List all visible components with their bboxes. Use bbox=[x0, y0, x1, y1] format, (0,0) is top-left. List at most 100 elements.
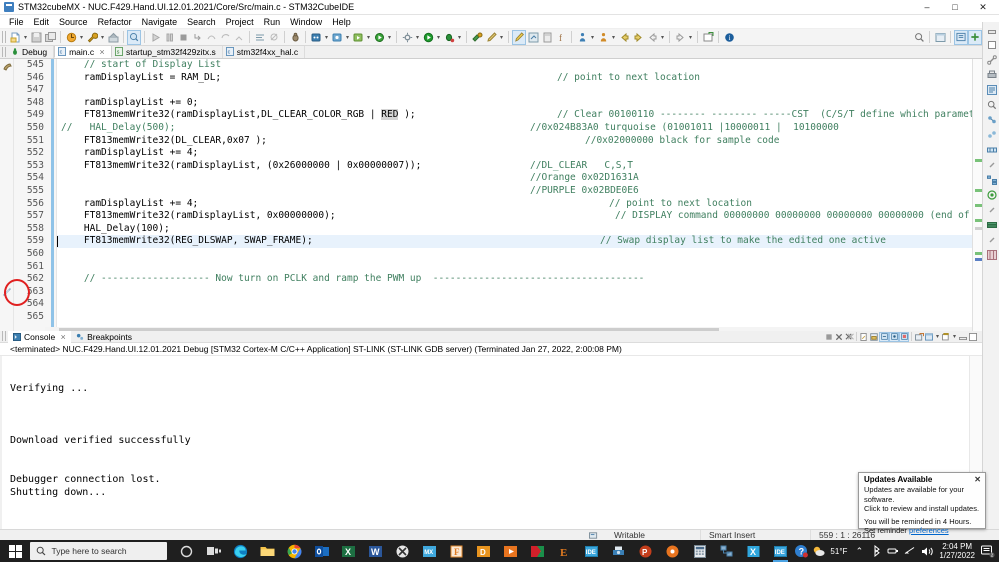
code-line[interactable]: ramDisplayList = RAM_DL; // point to next… bbox=[57, 72, 972, 85]
debug-dropdown-icon[interactable]: ▾ bbox=[456, 30, 463, 45]
new-file-dropdown-icon[interactable]: ▾ bbox=[22, 30, 29, 45]
x-icon[interactable]: X bbox=[740, 540, 767, 562]
console-grip[interactable] bbox=[2, 331, 6, 341]
powerpoint-icon[interactable]: P bbox=[632, 540, 659, 562]
clear-console-icon[interactable] bbox=[859, 332, 869, 342]
person-dropdown-icon[interactable]: ▾ bbox=[589, 30, 596, 45]
ide-active-icon[interactable]: IDE bbox=[767, 540, 794, 562]
code-line[interactable] bbox=[57, 84, 972, 97]
link3-icon[interactable] bbox=[983, 202, 999, 217]
menu-item-file[interactable]: File bbox=[4, 15, 29, 29]
show-console-on-output-icon[interactable] bbox=[879, 331, 889, 342]
memory-icon[interactable] bbox=[983, 217, 999, 232]
weather-temperature[interactable]: 51°F bbox=[830, 547, 847, 556]
updates-available-popup[interactable]: Updates Available ✕ Updates are availabl… bbox=[858, 472, 986, 535]
run-last-dropdown-icon[interactable]: ▾ bbox=[365, 30, 372, 45]
maximize-view-icon[interactable] bbox=[983, 37, 999, 52]
run-button-icon[interactable] bbox=[421, 30, 435, 45]
build-dropdown-icon[interactable]: ▾ bbox=[78, 30, 85, 45]
menu-item-search[interactable]: Search bbox=[182, 15, 221, 29]
new-console-icon[interactable] bbox=[941, 332, 951, 342]
forward-arrow-yellow-icon[interactable] bbox=[631, 30, 645, 45]
resume-icon[interactable] bbox=[148, 30, 162, 45]
settings-dropdown-icon[interactable]: ▾ bbox=[414, 30, 421, 45]
code-line[interactable]: FT813memWrite32(ramDisplayList,DL_CLEAR_… bbox=[57, 109, 972, 122]
marker-pen-icon[interactable] bbox=[512, 29, 526, 45]
target-icon[interactable] bbox=[983, 187, 999, 202]
open-console-dropdown-icon[interactable]: ▾ bbox=[934, 332, 941, 342]
debug-bug-green-icon[interactable] bbox=[442, 30, 456, 45]
outlook-icon[interactable] bbox=[308, 540, 335, 562]
outline-icon[interactable] bbox=[983, 82, 999, 97]
word-icon[interactable]: W bbox=[362, 540, 389, 562]
wrench-icon[interactable] bbox=[85, 30, 99, 45]
expressions-icon[interactable] bbox=[983, 127, 999, 142]
editor-tab-hal-c[interactable]: c stm32f4xx_hal.c bbox=[222, 45, 306, 58]
run-last-icon[interactable] bbox=[351, 30, 365, 45]
code-line[interactable]: FT813memWrite32(REG_DLSWAP, SWAP_FRAME);… bbox=[57, 235, 972, 248]
link4-icon[interactable] bbox=[983, 232, 999, 247]
edge-icon[interactable] bbox=[227, 540, 254, 562]
code-line[interactable]: FT813memWrite32(DL_CLEAR,0x07 ); //0x0200… bbox=[57, 135, 972, 148]
debug-launch-dropdown-icon[interactable]: ▾ bbox=[323, 30, 330, 45]
f-icon[interactable]: F bbox=[443, 540, 470, 562]
new-console-dropdown-icon[interactable]: ▾ bbox=[951, 332, 958, 342]
minimize-button[interactable]: – bbox=[913, 0, 941, 15]
tabbar-grip[interactable] bbox=[2, 47, 6, 57]
cortana-icon[interactable] bbox=[173, 540, 200, 562]
build-icon[interactable] bbox=[64, 30, 78, 45]
network-icon[interactable] bbox=[713, 540, 740, 562]
minimize-console-icon[interactable] bbox=[958, 332, 968, 342]
person-blue-icon[interactable] bbox=[575, 30, 589, 45]
suspend-icon[interactable] bbox=[162, 30, 176, 45]
open-console-icon[interactable] bbox=[924, 332, 934, 342]
menu-item-window[interactable]: Window bbox=[285, 15, 327, 29]
notification-icon[interactable]: 2 bbox=[980, 540, 996, 562]
run-config-icon[interactable] bbox=[330, 30, 344, 45]
run-green-dropdown-icon[interactable]: ▾ bbox=[386, 30, 393, 45]
info-icon[interactable]: i bbox=[722, 30, 736, 45]
back-arrow-icon[interactable] bbox=[645, 30, 659, 45]
run-config-dropdown-icon[interactable]: ▾ bbox=[344, 30, 351, 45]
person-orange-dropdown-icon[interactable]: ▾ bbox=[610, 30, 617, 45]
menu-item-refactor[interactable]: Refactor bbox=[93, 15, 137, 29]
popup-preferences-link[interactable]: preferences bbox=[909, 526, 949, 535]
popup-line-2[interactable]: Click to review and install updates. bbox=[864, 504, 980, 514]
editor-tab-startup-s[interactable]: s startup_stm32f429zitx.s bbox=[111, 45, 223, 58]
book-icon[interactable] bbox=[540, 30, 554, 45]
play-icon[interactable] bbox=[524, 540, 551, 562]
code-line[interactable]: FT813memWrite32(ramDisplayList, (0x26000… bbox=[57, 160, 972, 173]
debug-launch-icon[interactable] bbox=[309, 30, 323, 45]
step-into-icon[interactable] bbox=[190, 30, 204, 45]
new-console-view-icon[interactable] bbox=[914, 332, 924, 342]
save-all-icon[interactable] bbox=[43, 30, 57, 45]
pencil-icon[interactable] bbox=[484, 30, 498, 45]
media-icon[interactable] bbox=[497, 540, 524, 562]
code-line[interactable]: // ------------------- Now turn on PCLK … bbox=[57, 273, 972, 286]
new-file-icon[interactable] bbox=[8, 30, 22, 45]
start-button[interactable] bbox=[0, 540, 30, 562]
run-green-icon[interactable] bbox=[372, 30, 386, 45]
cd-icon[interactable] bbox=[659, 540, 686, 562]
editor-tab-main-c[interactable]: c main.c ⨯ bbox=[54, 45, 112, 58]
chevron-up-icon[interactable]: ⌃ bbox=[852, 540, 866, 562]
debug-bug-icon[interactable] bbox=[288, 30, 302, 45]
editor-tab-close-icon[interactable]: ⨯ bbox=[99, 48, 105, 56]
build-config-icon[interactable] bbox=[106, 30, 120, 45]
hierarchy-icon[interactable] bbox=[983, 172, 999, 187]
back-arrow-yellow-icon[interactable] bbox=[617, 30, 631, 45]
run-dropdown-icon[interactable]: ▾ bbox=[435, 30, 442, 45]
forward-arrow-gray-icon[interactable] bbox=[673, 30, 687, 45]
printer-icon[interactable] bbox=[983, 67, 999, 82]
print-icon[interactable] bbox=[605, 540, 632, 562]
menu-item-edit[interactable]: Edit bbox=[29, 15, 55, 29]
popup-close-icon[interactable]: ✕ bbox=[974, 475, 981, 484]
code-line[interactable] bbox=[57, 248, 972, 261]
terminate-icon[interactable] bbox=[176, 30, 190, 45]
editor-code-area[interactable]: // start of Display List ramDisplayList … bbox=[57, 59, 972, 338]
step-instruction-icon[interactable] bbox=[232, 30, 246, 45]
menu-item-run[interactable]: Run bbox=[259, 15, 286, 29]
code-line[interactable]: //PURPLE 0x02BDE0E6 bbox=[57, 185, 972, 198]
annotate-icon[interactable] bbox=[526, 30, 540, 45]
code-line[interactable] bbox=[57, 311, 972, 324]
